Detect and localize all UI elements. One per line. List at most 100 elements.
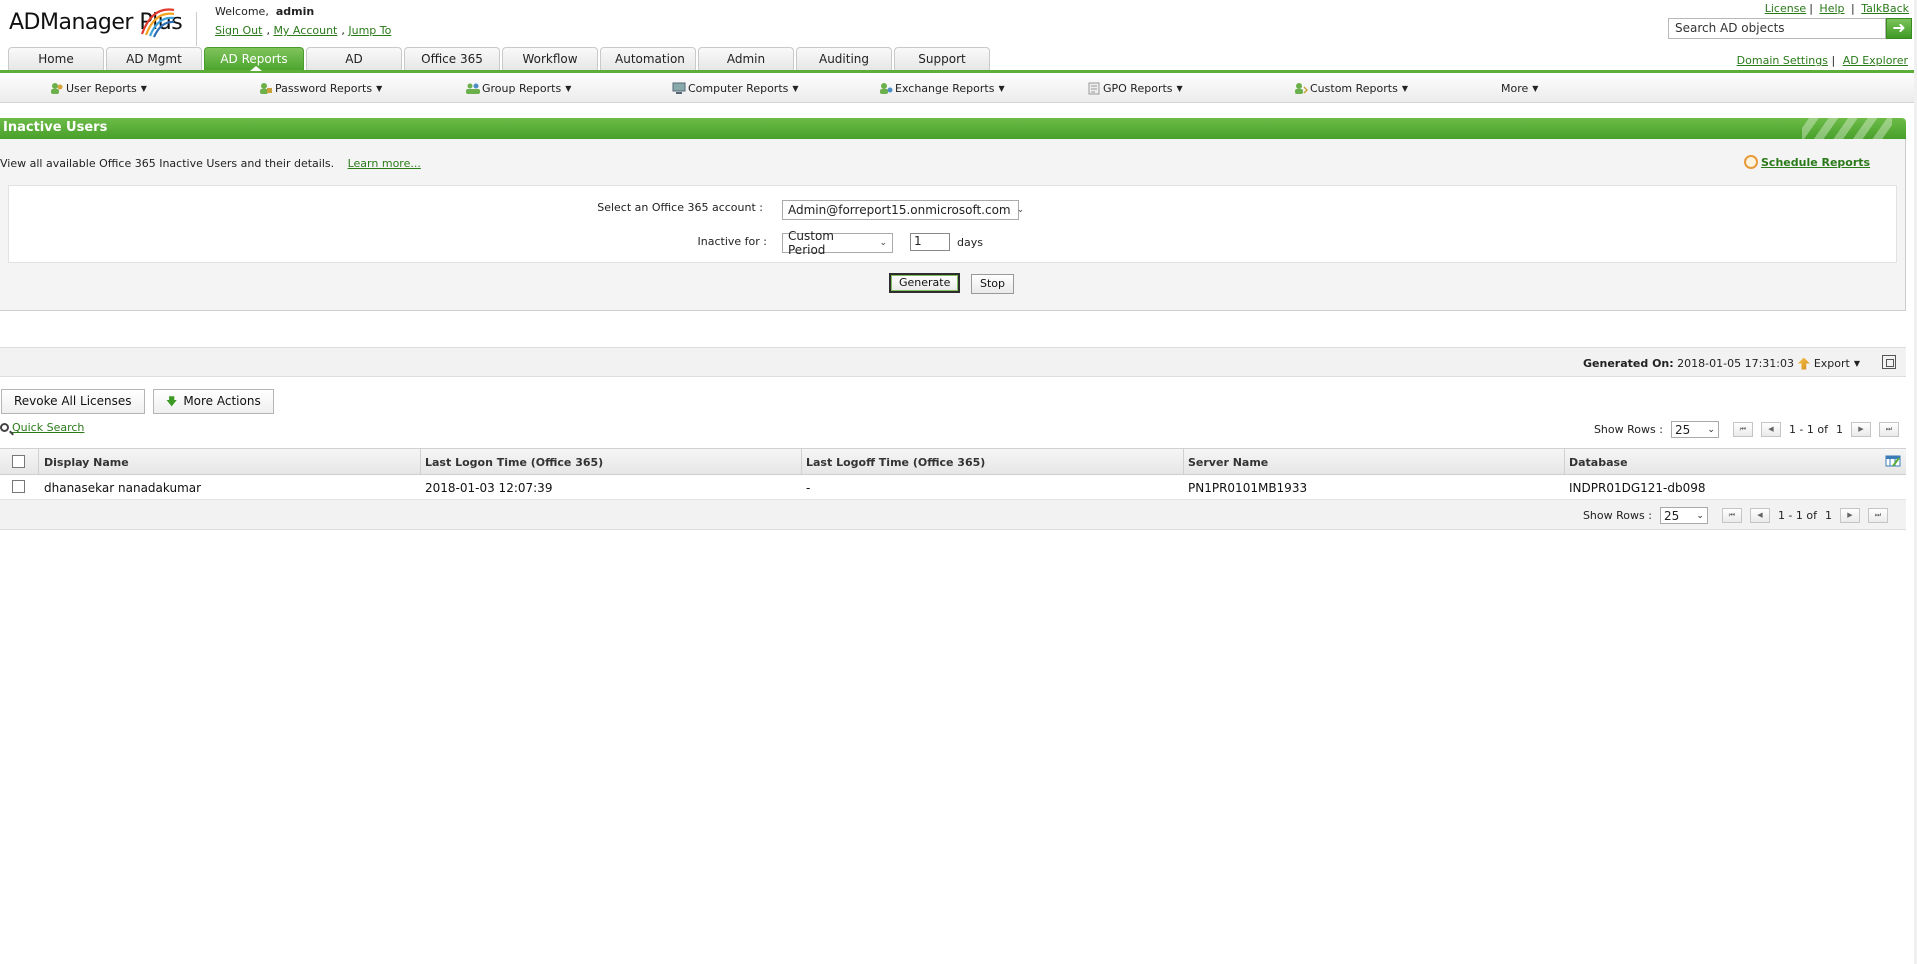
caret-down-icon: ▼: [1401, 84, 1408, 93]
submenu-gpo-reports[interactable]: GPO Reports ▼: [1087, 82, 1183, 95]
chevron-down-icon: ⌄: [879, 238, 887, 248]
select-all-checkbox[interactable]: [12, 455, 25, 468]
help-link[interactable]: Help: [1819, 2, 1844, 15]
custom-reports-icon: [1294, 82, 1309, 95]
page-range: 1 - 1 of: [1788, 423, 1828, 436]
domain-links: Domain Settings | AD Explorer: [1733, 54, 1908, 67]
generated-on-label: Generated On:: [1583, 357, 1674, 370]
panel-title-bar: Inactive Users: [0, 118, 1906, 139]
group-reports-icon: [466, 82, 480, 95]
search-go-button[interactable]: ➜: [1886, 18, 1912, 39]
link-separator: ,: [341, 24, 345, 37]
submenu-label: Computer Reports: [688, 82, 789, 95]
days-input[interactable]: 1: [910, 233, 950, 251]
chevron-down-icon: ⌄: [1707, 424, 1715, 435]
account-label: Select an Office 365 account :: [597, 201, 763, 214]
generate-button[interactable]: Generate: [889, 273, 961, 293]
tab-office-365[interactable]: Office 365: [404, 47, 500, 71]
stop-button[interactable]: Stop: [971, 274, 1015, 294]
column-divider: [420, 449, 421, 475]
schedule-reports-link[interactable]: Schedule Reports: [1744, 155, 1870, 169]
description-text: View all available Office 365 Inactive U…: [0, 157, 335, 170]
username: admin: [275, 5, 315, 18]
tab-admin[interactable]: Admin: [698, 47, 794, 71]
submenu-computer-reports[interactable]: Computer Reports ▼: [672, 82, 799, 95]
generated-on-value: 2018-01-05 17:31:03: [1677, 357, 1794, 370]
submenu-user-reports[interactable]: User Reports ▼: [50, 82, 147, 95]
expand-icon[interactable]: [1882, 355, 1896, 369]
export-menu[interactable]: Export ▼: [1797, 357, 1860, 370]
col-last-logoff[interactable]: Last Logoff Time (Office 365): [806, 456, 985, 469]
page-range: 1 - 1 of: [1777, 509, 1817, 522]
account-select[interactable]: Admin@forreport15.onmicrosoft.com ⌄: [782, 200, 1024, 220]
more-actions-button[interactable]: 🡇 More Actions: [153, 389, 274, 414]
next-page-icon[interactable]: ▶: [1851, 422, 1871, 437]
header-divider: [196, 12, 197, 46]
panel-title: Inactive Users: [3, 120, 108, 135]
cell-last-logoff: -: [806, 481, 811, 495]
link-pipe: |: [1809, 2, 1813, 15]
table-header: Display Name Last Logon Time (Office 365…: [0, 448, 1906, 475]
welcome-text: Welcome, admin: [215, 5, 314, 18]
first-page-icon[interactable]: ⏮: [1721, 508, 1742, 523]
ad-explorer-link[interactable]: AD Explorer: [1843, 54, 1908, 67]
submenu-exchange-reports[interactable]: Exchange Reports ▼: [879, 82, 1005, 95]
total-pages: 1: [1836, 423, 1843, 436]
submenu-group-reports[interactable]: Group Reports ▼: [466, 82, 571, 95]
search-ad-objects-input[interactable]: Search AD objects: [1668, 18, 1886, 39]
revoke-all-licenses-button[interactable]: Revoke All Licenses: [1, 389, 145, 414]
license-link[interactable]: License: [1765, 2, 1806, 15]
rows-value: 25: [1663, 508, 1680, 523]
link-pipe: |: [1851, 2, 1855, 15]
col-database[interactable]: Database: [1569, 456, 1628, 469]
submenu-password-reports[interactable]: Password Reports ▼: [259, 82, 382, 95]
next-page-icon[interactable]: ▶: [1840, 508, 1860, 523]
rows-per-page-select[interactable]: 25 ⌄: [1659, 507, 1708, 524]
row-checkbox[interactable]: [12, 480, 25, 493]
column-divider: [1183, 449, 1184, 475]
caret-down-icon: ▼: [140, 84, 147, 93]
tab-home[interactable]: Home: [8, 47, 104, 71]
active-tab-pointer: [250, 66, 262, 71]
learn-more-link[interactable]: Learn more...: [348, 157, 421, 170]
caret-down-icon: ▼: [998, 84, 1005, 93]
schedule-reports-label: Schedule Reports: [1761, 155, 1871, 169]
chevron-down-icon: ⌄: [1696, 510, 1704, 521]
rows-per-page-select[interactable]: 25 ⌄: [1670, 421, 1719, 438]
column-divider: [1564, 449, 1565, 475]
domain-settings-link[interactable]: Domain Settings: [1737, 54, 1828, 67]
col-display-name[interactable]: Display Name: [44, 456, 129, 469]
tab-ad-delegation[interactable]: AD Delegation: [306, 47, 402, 89]
submenu-more[interactable]: More ▼: [1501, 82, 1538, 95]
column-chooser-icon[interactable]: [1885, 454, 1901, 468]
jump-to-link[interactable]: Jump To: [348, 24, 391, 37]
talkback-link[interactable]: TalkBack: [1861, 2, 1909, 15]
tab-automation[interactable]: Automation: [600, 47, 696, 71]
tab-support[interactable]: Support: [894, 47, 990, 71]
title-stripes: [1802, 118, 1892, 139]
tab-auditing[interactable]: Auditing: [796, 47, 892, 71]
period-select[interactable]: Custom Period ⌄: [782, 229, 893, 257]
submenu-custom-reports[interactable]: Custom Reports ▼: [1294, 82, 1408, 95]
tab-workflow[interactable]: Workflow: [502, 47, 598, 71]
tab-ad-mgmt[interactable]: AD Mgmt: [106, 47, 202, 71]
quick-search-link[interactable]: Quick Search: [0, 421, 84, 434]
main-tabs: Home AD Mgmt AD Reports AD Delegation Of…: [8, 47, 992, 89]
my-account-link[interactable]: My Account: [273, 24, 337, 37]
sign-out-link[interactable]: Sign Out: [215, 24, 262, 37]
cell-last-logon: 2018-01-03 12:07:39: [425, 481, 553, 495]
caret-down-icon: ▼: [376, 84, 383, 93]
prev-page-icon[interactable]: ◀: [1760, 422, 1781, 437]
prev-page-icon[interactable]: ◀: [1749, 508, 1770, 523]
cell-database: INDPR01DG121-db098: [1569, 481, 1706, 495]
col-last-logon[interactable]: Last Logon Time (Office 365): [425, 456, 603, 469]
report-description: View all available Office 365 Inactive U…: [0, 157, 421, 170]
last-page-icon[interactable]: ⏭: [1868, 508, 1888, 523]
table-row: dhanasekar nanadakumar 2018-01-03 12:07:…: [0, 475, 1906, 500]
days-unit: days: [957, 236, 983, 249]
col-server-name[interactable]: Server Name: [1188, 456, 1268, 469]
search-icon: [0, 423, 9, 432]
first-page-icon[interactable]: ⏮: [1732, 422, 1753, 437]
show-rows-label: Show Rows :: [1582, 509, 1652, 522]
last-page-icon[interactable]: ⏭: [1879, 422, 1899, 437]
